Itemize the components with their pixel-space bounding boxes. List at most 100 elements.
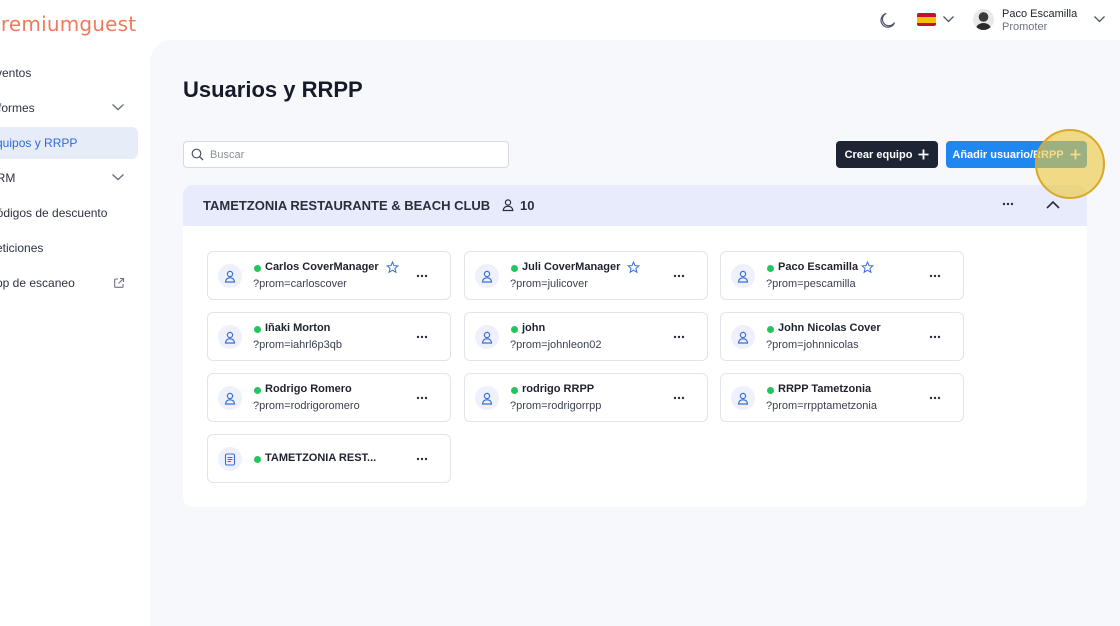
member-name: Juli CoverManager [522,261,621,273]
member-code: ?prom=rodrigoromero [253,400,360,412]
plus-icon [918,149,929,160]
member-name: TAMETZONIA REST... [265,452,377,464]
main-content: Usuarios y RRPP Crear equipo Añadir usua… [150,40,1120,626]
add-user-button[interactable]: Añadir usuario/RRPP [946,141,1087,168]
user-name[interactable]: Paco Escamilla [1002,8,1077,20]
user-avatar[interactable] [973,9,994,30]
sidebar-item-equipos-rrpp[interactable]: Equipos y RRPP [0,127,138,159]
chevron-down-icon [111,172,125,182]
member-card[interactable]: Iñaki Morton ?prom=iahrl6p3qb [207,312,451,361]
online-status-dot [254,326,261,333]
sidebar-item-peticiones[interactable]: Peticiones [0,232,138,264]
brand-logo[interactable]: premiumguest [0,12,136,36]
member-card[interactable]: RRPP Tametzonia ?prom=rrpptametzonia [720,373,964,422]
more-options-icon[interactable] [672,333,686,341]
more-options-icon[interactable] [1001,197,1015,211]
star-icon[interactable] [861,261,874,274]
user-icon [218,264,242,288]
sidebar-item-label: Informes [0,101,35,115]
member-card[interactable]: Carlos CoverManager ?prom=carloscover [207,251,451,300]
more-options-icon[interactable] [415,333,429,341]
chevron-down-icon [111,102,125,112]
member-code: ?prom=johnleon02 [510,339,602,351]
more-options-icon[interactable] [672,394,686,402]
star-icon[interactable] [627,261,640,274]
create-team-button[interactable]: Crear equipo [836,141,938,168]
more-options-icon[interactable] [928,272,942,280]
plus-icon [1070,149,1081,160]
online-status-dot [767,265,774,272]
more-options-icon[interactable] [415,455,429,463]
sidebar-item-crm[interactable]: CRM [0,162,138,194]
member-code: ?prom=rodrigorrpp [510,400,602,412]
sidebar-item-eventos[interactable]: Eventos [0,57,138,89]
member-name: Rodrigo Romero [265,383,352,395]
language-chevron-down-icon[interactable] [942,14,955,24]
member-name: John Nicolas Cover [778,322,881,334]
member-card[interactable]: Juli CoverManager ?prom=julicover [464,251,708,300]
sidebar-item-codigos-descuento[interactable]: Códigos de descuento [0,197,138,229]
user-role: Promoter [1002,21,1048,33]
online-status-dot [767,387,774,394]
sidebar-item-label: CRM [0,171,16,185]
create-team-label: Crear equipo [844,148,913,161]
member-code: ?prom=iahrl6p3qb [253,339,342,351]
user-menu-chevron-down-icon[interactable] [1093,14,1106,24]
document-icon [218,447,242,471]
member-name: Carlos CoverManager [265,261,379,273]
online-status-dot [511,265,518,272]
team-card: TAMETZONIA RESTAURANTE & BEACH CLUB 10 C… [183,185,1087,507]
user-icon [731,325,755,349]
sidebar-item-label: Eventos [0,66,32,80]
user-icon [475,325,499,349]
member-card[interactable]: Rodrigo Romero ?prom=rodrigoromero [207,373,451,422]
sidebar-item-label: Códigos de descuento [0,206,108,220]
user-icon [475,264,499,288]
member-name: Paco Escamilla [778,261,859,273]
more-options-icon[interactable] [928,394,942,402]
search-icon [191,148,204,161]
more-options-icon[interactable] [928,333,942,341]
external-link-icon [113,277,125,289]
member-code: ?prom=rrpptametzonia [766,400,877,412]
member-card[interactable]: rodrigo RRPP ?prom=rodrigorrpp [464,373,708,422]
user-icon [731,386,755,410]
user-icon [475,386,499,410]
team-name: TAMETZONIA RESTAURANTE & BEACH CLUB [203,198,491,213]
online-status-dot [254,456,261,463]
spain-flag-icon[interactable] [917,13,936,26]
member-card[interactable]: john ?prom=johnleon02 [464,312,708,361]
more-options-icon[interactable] [415,272,429,280]
member-name: RRPP Tametzonia [778,383,872,395]
member-name: Iñaki Morton [265,322,331,334]
user-icon [731,264,755,288]
member-code: ?prom=julicover [510,278,588,290]
sidebar-item-label: App de escaneo [0,276,75,290]
search-box[interactable] [183,141,509,168]
chevron-up-icon[interactable] [1045,198,1061,212]
team-member-count: 10 [520,198,535,213]
member-code: ?prom=johnnicolas [766,339,859,351]
online-status-dot [767,326,774,333]
dark-mode-toggle-icon[interactable] [879,11,897,29]
more-options-icon[interactable] [672,272,686,280]
member-card[interactable]: John Nicolas Cover ?prom=johnnicolas [720,312,964,361]
member-code: ?prom=pescamilla [766,278,856,290]
page-title: Usuarios y RRPP [183,77,363,102]
user-icon [218,325,242,349]
more-options-icon[interactable] [415,394,429,402]
online-status-dot [254,387,261,394]
team-header[interactable]: TAMETZONIA RESTAURANTE & BEACH CLUB 10 [183,185,1087,226]
member-card[interactable]: TAMETZONIA REST... [207,434,451,483]
member-card[interactable]: Paco Escamilla ?prom=pescamilla [720,251,964,300]
sidebar-item-app-escaneo[interactable]: App de escaneo [0,267,138,299]
online-status-dot [511,387,518,394]
member-name: john [522,322,546,334]
sidebar-item-label: Equipos y RRPP [0,136,78,150]
add-user-label: Añadir usuario/RRPP [952,148,1064,161]
online-status-dot [511,326,518,333]
search-input[interactable] [210,148,490,161]
star-icon[interactable] [386,261,399,274]
sidebar-item-label: Peticiones [0,241,44,255]
sidebar-item-informes[interactable]: Informes [0,92,138,124]
